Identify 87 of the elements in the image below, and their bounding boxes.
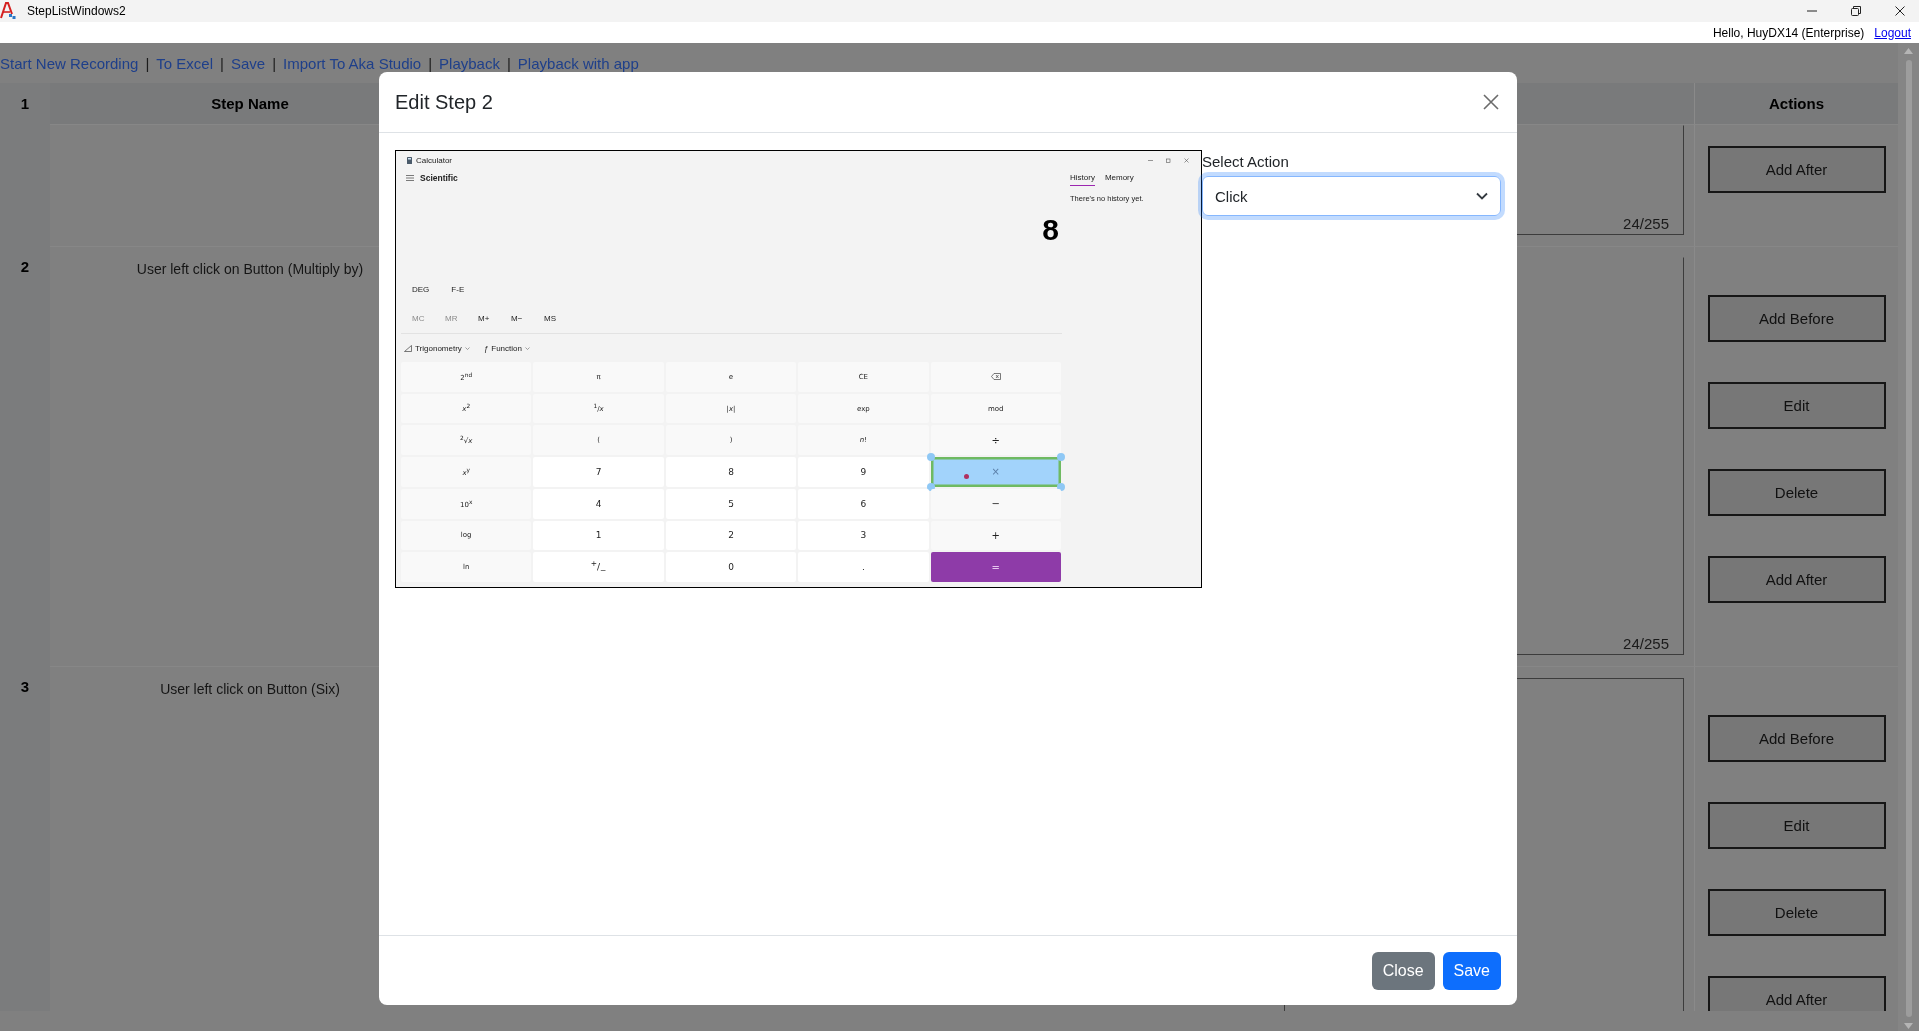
key-label: 7 — [595, 467, 602, 477]
function-menu: Function — [491, 343, 522, 353]
triangle-ruler-icon — [404, 344, 412, 352]
resize-handle[interactable] — [1057, 453, 1065, 462]
action-button[interactable]: Add After — [1707, 146, 1886, 193]
resize-handle[interactable] — [926, 482, 935, 491]
angle-unit: DEG — [412, 284, 430, 294]
chevron-down-icon — [1476, 192, 1488, 200]
minimize-icon — [1148, 157, 1153, 163]
calculator-title: Calculator — [416, 155, 452, 165]
action-button[interactable]: Add Before — [1707, 715, 1886, 762]
key-label: 0 — [728, 562, 734, 573]
step-name: User left click on Button (Multiply by) — [136, 261, 364, 279]
nav-link[interactable]: Save — [230, 54, 266, 72]
column-header: Actions — [1694, 83, 1898, 124]
key-label: ÷ — [991, 434, 1000, 446]
action-button[interactable]: Add Before — [1707, 295, 1886, 342]
memory-key: M− — [511, 313, 544, 323]
action-button[interactable]: Add After — [1707, 556, 1886, 603]
logout-link[interactable]: Logout — [1874, 25, 1911, 40]
key-label: 2 — [728, 530, 734, 541]
field-label: Select Action — [1202, 153, 1290, 170]
save-button[interactable]: Save — [1442, 951, 1501, 990]
key-label: . — [861, 562, 865, 573]
panel-tab-label: History — [1070, 173, 1095, 186]
backspace-icon — [990, 373, 1001, 381]
window-title: StepListWindows2 — [27, 4, 126, 18]
nav-separator: | — [506, 54, 511, 72]
close-icon — [1184, 157, 1189, 163]
character-counter: 24/255 — [1623, 215, 1669, 232]
key-label: 9 — [860, 467, 867, 477]
calculator-display: 8 — [1042, 213, 1059, 247]
key-label: 5 — [728, 498, 734, 509]
nav-link[interactable]: Playback with app — [517, 54, 639, 72]
key-label: − — [991, 498, 1000, 510]
scrollbar[interactable] — [1898, 43, 1919, 1031]
close-button[interactable]: Close — [1371, 951, 1435, 990]
key-label: 4 — [595, 498, 602, 509]
menu-icon — [406, 175, 414, 181]
key-label: = — [991, 561, 1000, 573]
chevron-down-icon — [524, 346, 530, 350]
action-button[interactable]: Edit — [1707, 382, 1886, 429]
key-label: × — [991, 466, 1000, 478]
key-label: 1 — [595, 530, 602, 541]
panel-tab-label: Memory — [1104, 173, 1134, 184]
scrollbar-thumb[interactable] — [1905, 60, 1912, 1017]
action-button[interactable]: Edit — [1707, 802, 1886, 849]
trigonometry-menu: Trigonometry — [415, 343, 462, 353]
action-button[interactable]: Delete — [1707, 889, 1886, 936]
action-button[interactable]: Delete — [1707, 469, 1886, 516]
scroll-down-icon[interactable] — [1904, 1023, 1913, 1029]
nav-link[interactable]: To Excel — [156, 54, 213, 72]
click-marker-icon — [964, 474, 970, 480]
key-label: + — [991, 529, 1000, 541]
nav-separator: | — [220, 54, 224, 72]
key-label: 3 — [860, 530, 867, 541]
memory-key: MR — [445, 313, 478, 323]
nav-link[interactable]: Start New Recording — [0, 54, 139, 72]
user-greeting: Hello, HuyDX14 (Enterprise) — [1712, 25, 1865, 40]
memory-key: MC — [412, 313, 445, 323]
nav-separator: | — [272, 54, 277, 72]
resize-handle[interactable] — [1057, 482, 1065, 491]
column-header: 1 — [0, 83, 50, 124]
character-counter: 24/255 — [1623, 635, 1669, 652]
calculator-mode: Scientific — [420, 173, 458, 183]
scroll-up-icon[interactable] — [1904, 48, 1913, 54]
chevron-down-icon — [464, 346, 470, 350]
row-number-cell: 2 — [0, 246, 50, 666]
nav-link[interactable]: Playback — [439, 54, 500, 72]
key-label: $^{+}$/$_{−}$ — [590, 559, 607, 576]
calculator-app-icon — [407, 156, 412, 164]
key-label: 6 — [860, 498, 867, 509]
function-glyph: ƒ — [483, 343, 489, 353]
close-icon[interactable] — [1895, 6, 1905, 16]
resize-handle[interactable] — [926, 453, 935, 462]
memory-key: M+ — [478, 313, 511, 323]
nav-link[interactable]: Import To Aka Studio — [283, 54, 422, 72]
row-number-cell: 3 — [0, 666, 50, 1011]
memory-key: MS — [544, 313, 577, 323]
restore-icon[interactable] — [1851, 6, 1861, 16]
app-logo-icon — [0, 2, 16, 20]
step-name: User left click on Button (Six) — [160, 681, 340, 699]
restore-icon — [1166, 157, 1171, 163]
action-button[interactable]: Add After — [1707, 976, 1886, 1011]
nav-separator: | — [145, 54, 150, 72]
nav-separator: | — [428, 54, 433, 72]
key-label: 8 — [728, 467, 734, 477]
